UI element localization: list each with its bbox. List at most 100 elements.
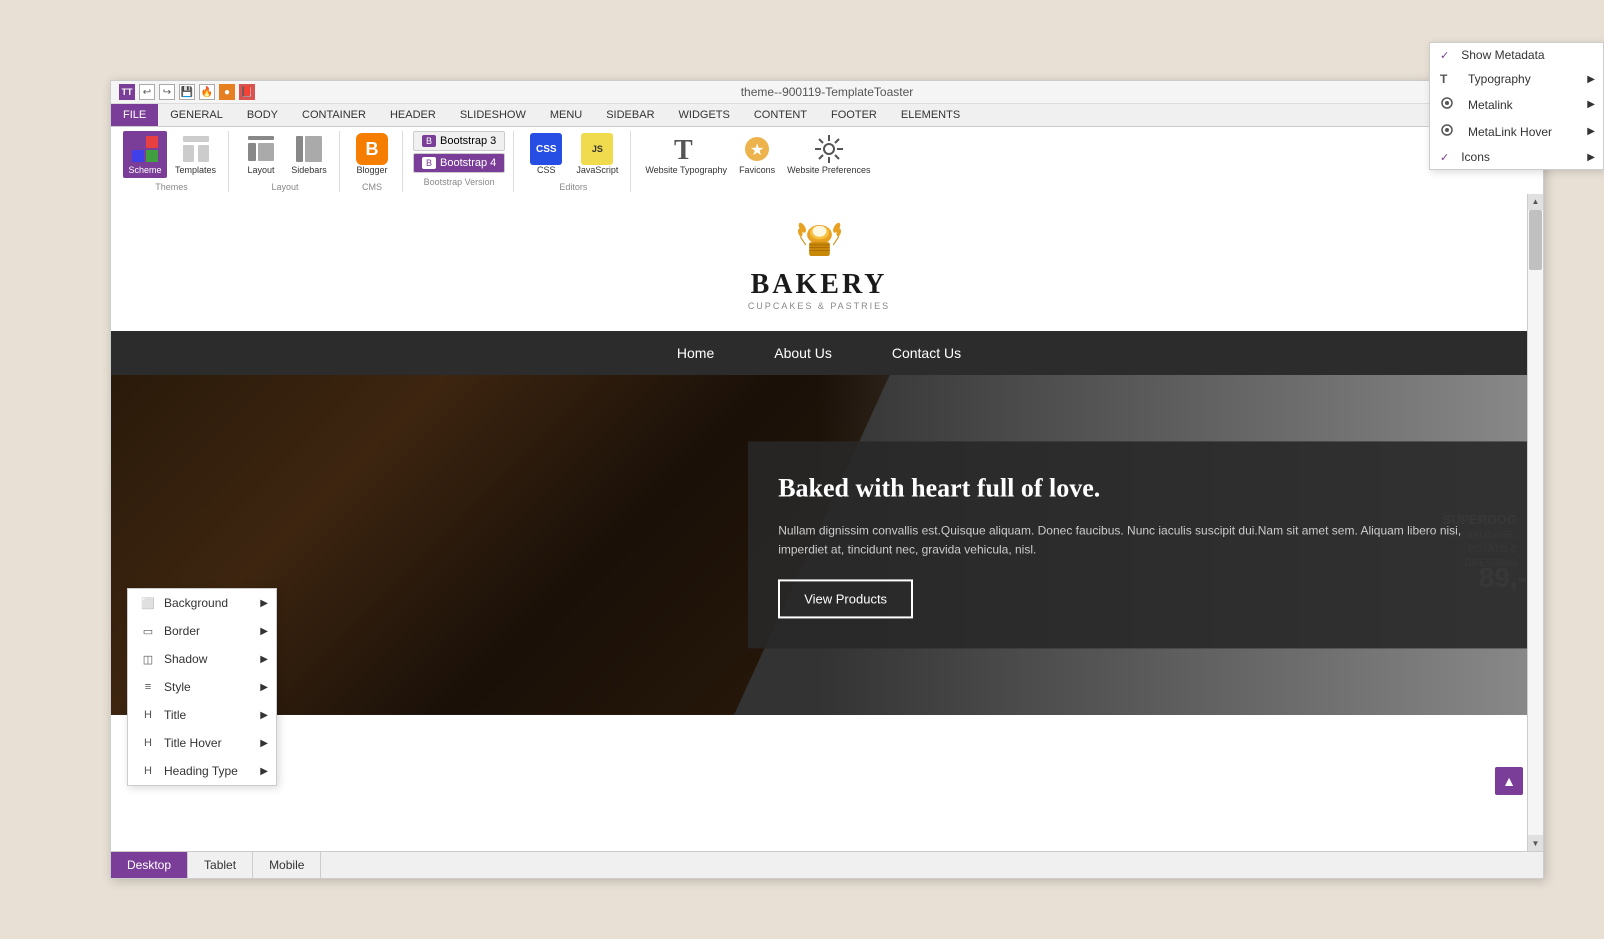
heading-type-icon: H: [140, 763, 156, 779]
website-preferences-icon: [813, 133, 845, 165]
css-label: CSS: [537, 165, 556, 176]
scrollbar-track[interactable]: [1528, 210, 1543, 835]
menu-item-metalink-hover[interactable]: MetaLink Hover ▶: [1430, 118, 1603, 145]
bootstrap3-badge: B: [422, 135, 436, 147]
menu-item-title-hover[interactable]: H Title Hover ▶: [128, 729, 276, 757]
menu-item-heading-type[interactable]: H Heading Type ▶: [128, 757, 276, 785]
show-metadata-label: Show Metadata: [1461, 48, 1544, 62]
tab-footer[interactable]: FOOTER: [819, 104, 889, 126]
typography-icon: T: [1440, 72, 1456, 86]
menu-item-shadow[interactable]: ◫ Shadow ▶: [128, 645, 276, 673]
blogger-icon: B: [356, 133, 388, 165]
redo-icon[interactable]: ↪: [159, 84, 175, 100]
icons-check: ✓: [1440, 151, 1449, 164]
svg-text:T: T: [674, 135, 693, 165]
menu-item-title[interactable]: H Title ▶: [128, 701, 276, 729]
tab-content[interactable]: CONTENT: [742, 104, 819, 126]
tab-widgets[interactable]: WIDGETS: [667, 104, 742, 126]
title-bar-controls: TT ↩ ↪ 💾 🔥 ● 📕: [119, 84, 255, 100]
templates-button[interactable]: Templates: [171, 131, 220, 178]
typography-arrow: ▶: [1587, 74, 1595, 85]
scrollbar: ▲ ▼: [1527, 194, 1543, 851]
menu-item-border[interactable]: ▭ Border ▶: [128, 617, 276, 645]
themes-group-label: Themes: [155, 182, 188, 192]
templates-icon: [180, 133, 212, 165]
target-icon[interactable]: ●: [219, 84, 235, 100]
blogger-label: Blogger: [357, 165, 388, 176]
ribbon-content: Scheme Templates Themes: [111, 127, 1543, 194]
menu-item-style[interactable]: ≡ Style ▶: [128, 673, 276, 701]
bakery-nav: Home About Us Contact Us: [111, 331, 1527, 375]
scheme-button[interactable]: Scheme: [123, 131, 167, 178]
tab-mobile[interactable]: Mobile: [253, 852, 321, 878]
tab-body[interactable]: BODY: [235, 104, 290, 126]
website-preview: BAKERY CUPCAKES & PASTRIES Home About Us…: [111, 194, 1527, 851]
title-icon: H: [140, 707, 156, 723]
context-menu-left: ⬜ Background ▶ ▭ Border ▶ ◫ Shadow ▶ ≡ S…: [127, 588, 277, 786]
tab-header[interactable]: HEADER: [378, 104, 448, 126]
bootstrap3-button[interactable]: B Bootstrap 3: [413, 131, 505, 151]
undo-icon[interactable]: ↩: [139, 84, 155, 100]
layout-button[interactable]: Layout: [239, 131, 283, 178]
favicons-label: Favicons: [739, 165, 775, 176]
menu-item-metalink[interactable]: Metalink ▶: [1430, 91, 1603, 118]
hero-desc: Nullam dignissim convallis est.Quisque a…: [778, 521, 1497, 559]
title-hover-icon: H: [140, 735, 156, 751]
border-arrow: ▶: [260, 626, 268, 637]
tab-file[interactable]: FILE: [111, 104, 158, 126]
tab-slideshow[interactable]: SLIDESHOW: [448, 104, 538, 126]
css-button[interactable]: CSS CSS: [524, 131, 568, 178]
tab-menu[interactable]: MENU: [538, 104, 594, 126]
menu-item-background[interactable]: ⬜ Background ▶: [128, 589, 276, 617]
icons-label: Icons: [1461, 150, 1490, 164]
bootstrap4-button[interactable]: B Bootstrap 4: [413, 153, 505, 173]
tab-desktop[interactable]: Desktop: [111, 852, 188, 878]
menu-item-icons[interactable]: ✓ Icons ▶: [1430, 145, 1603, 169]
app-window: TT ↩ ↪ 💾 🔥 ● 📕 theme--900119-TemplateToa…: [110, 80, 1544, 879]
menu-item-typography[interactable]: T Typography ▶: [1430, 67, 1603, 91]
ribbon-group-editors: CSS CSS JS JavaScript Editors: [516, 131, 631, 192]
javascript-button[interactable]: JS JavaScript: [572, 131, 622, 178]
shadow-arrow: ▶: [260, 654, 268, 665]
tab-elements[interactable]: ELEMENTS: [889, 104, 972, 126]
bakery-hero: SUPERDOG W/ SAUSAGE, POTATO & DRESSING 8…: [111, 375, 1527, 715]
website-typography-icon: T: [670, 133, 702, 165]
tab-sidebar[interactable]: SIDEBAR: [594, 104, 666, 126]
fire-icon[interactable]: 🔥: [199, 84, 215, 100]
tab-container[interactable]: CONTAINER: [290, 104, 378, 126]
title-hover-arrow: ▶: [260, 738, 268, 749]
nav-about[interactable]: About Us: [774, 345, 832, 361]
sidebars-button[interactable]: Sidebars: [287, 131, 331, 178]
layout-label: Layout: [248, 165, 275, 176]
metalink-hover-label: MetaLink Hover: [1468, 125, 1552, 139]
scroll-to-top-button[interactable]: ▲: [1495, 767, 1523, 795]
title-bar: TT ↩ ↪ 💾 🔥 ● 📕 theme--900119-TemplateToa…: [111, 81, 1543, 104]
nav-home[interactable]: Home: [677, 345, 714, 361]
javascript-icon: JS: [581, 133, 613, 165]
menu-item-show-metadata[interactable]: ✓ Show Metadata: [1430, 43, 1603, 67]
blogger-button[interactable]: B Blogger: [350, 131, 394, 178]
tab-general[interactable]: GENERAL: [158, 104, 235, 126]
website-typography-button[interactable]: T Website Typography: [641, 131, 731, 178]
view-products-button[interactable]: View Products: [778, 579, 913, 618]
metalink-arrow: ▶: [1587, 99, 1595, 110]
cms-group-label: CMS: [362, 182, 382, 192]
background-label: Background: [164, 596, 228, 610]
shadow-label: Shadow: [164, 652, 207, 666]
bakery-logo: BAKERY CUPCAKES & PASTRIES: [748, 214, 890, 311]
scroll-down-arrow[interactable]: ▼: [1528, 835, 1543, 851]
website-preferences-label: Website Preferences: [787, 165, 870, 176]
record-icon[interactable]: 📕: [239, 84, 255, 100]
favicons-button[interactable]: ★ Favicons: [735, 131, 779, 178]
nav-contact[interactable]: Contact Us: [892, 345, 961, 361]
metalink-hover-arrow: ▶: [1587, 126, 1595, 137]
metalink-icon: [1440, 96, 1456, 113]
scrollbar-thumb[interactable]: [1529, 210, 1542, 270]
save-icon[interactable]: 💾: [179, 84, 195, 100]
scroll-up-arrow[interactable]: ▲: [1528, 194, 1543, 210]
scheme-icon: [129, 133, 161, 165]
typography-label: Typography: [1468, 72, 1531, 86]
website-preferences-button[interactable]: Website Preferences: [783, 131, 874, 178]
ribbon-group-themes: Scheme Templates Themes: [115, 131, 229, 192]
tab-tablet[interactable]: Tablet: [188, 852, 253, 878]
